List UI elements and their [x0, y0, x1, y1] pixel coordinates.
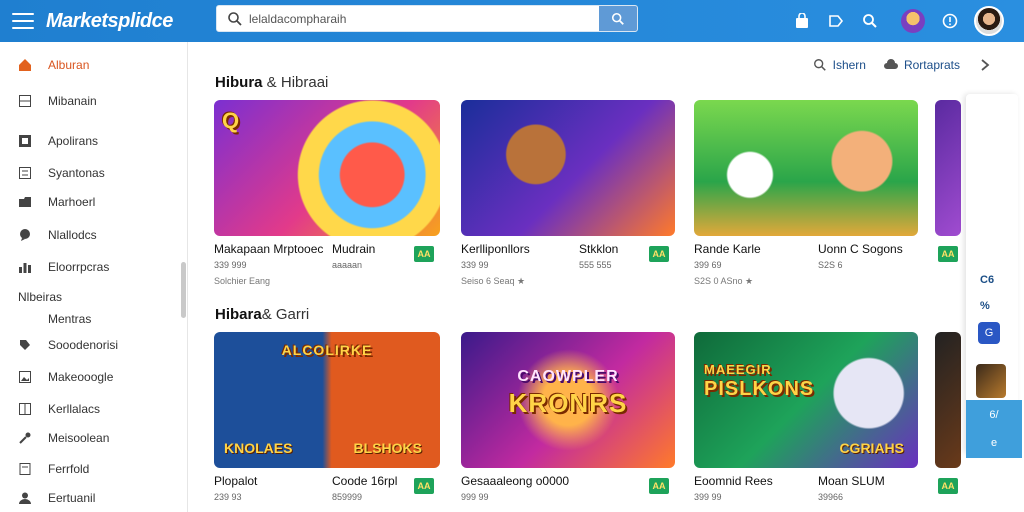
card-info: aaaaan: [332, 260, 363, 270]
app-logo[interactable]: Marketsplidce: [46, 10, 173, 33]
game-thumbnail[interactable]: ALCOLIRKE KNOLAES BLSHOKS: [214, 332, 440, 468]
tag-icon: [18, 338, 32, 352]
content-toolbar: Ishern Rortaprats: [795, 58, 998, 72]
search-button[interactable]: [599, 6, 637, 31]
card-badge[interactable]: AA: [649, 478, 669, 494]
card-price: 999 99: [461, 492, 489, 502]
search-icon: [227, 11, 243, 27]
card-info: S2S 6: [818, 260, 843, 270]
card-subtitle: Mudrain: [332, 242, 376, 256]
game-thumbnail[interactable]: MAEEGIR PISLKONS CGRIAHS: [694, 332, 918, 468]
sidebar-item-5[interactable]: Nlallodcs: [0, 222, 180, 248]
sidebar-item-2[interactable]: Apolirans: [0, 128, 180, 154]
panel-action-button[interactable]: G: [978, 322, 1000, 344]
top-bar: Marketsplidce: [0, 0, 1024, 42]
card-info: 39966: [818, 492, 844, 502]
bag-icon[interactable]: [792, 11, 812, 31]
game-thumbnail[interactable]: [935, 100, 961, 236]
sidebar-item-home[interactable]: Alburan: [0, 52, 180, 78]
game-thumbnail[interactable]: [935, 332, 961, 468]
card-title[interactable]: Rande Karle: [694, 242, 761, 256]
sidebar-item-1[interactable]: Mibanain: [0, 88, 180, 114]
sidebar-item-12[interactable]: Eertuanil: [0, 485, 180, 511]
more-button[interactable]: [978, 58, 998, 72]
section-title-1: Hibura & Hibraai: [215, 74, 329, 91]
card-subtitle: Stkklon: [579, 242, 619, 256]
book-icon: [18, 402, 32, 416]
card-info: 555 555: [579, 260, 612, 270]
card-badge[interactable]: AA: [414, 246, 434, 262]
card-price: 239 93: [214, 492, 242, 502]
sidebar-scrollbar[interactable]: [181, 262, 186, 318]
card-badge[interactable]: AA: [414, 478, 434, 494]
sidebar-item-10[interactable]: Meisoolean: [0, 425, 180, 451]
panel-thumbnail[interactable]: [976, 364, 1006, 398]
card-price: 339 999: [214, 260, 247, 270]
card-badge[interactable]: AA: [938, 246, 958, 262]
card-title[interactable]: Gesaaaleong o0000: [461, 474, 569, 488]
card-title[interactable]: Plopalot: [214, 474, 257, 488]
chat-icon: [18, 228, 32, 242]
card-badge[interactable]: AA: [649, 246, 669, 262]
home-icon: [18, 58, 32, 72]
card-title[interactable]: Eoomnid Rees: [694, 474, 773, 488]
menu-icon[interactable]: [12, 13, 34, 29]
panel-blue-button-1[interactable]: 6/: [966, 400, 1022, 430]
card-subtitle: Uonn C Sogons: [818, 242, 903, 256]
game-thumbnail[interactable]: Q: [214, 100, 440, 236]
game-thumbnail[interactable]: [694, 100, 918, 236]
sidebar-item-11[interactable]: Ferrfold: [0, 456, 180, 482]
cloud-icon: [883, 58, 898, 72]
card-title[interactable]: Kerlliponllors: [461, 242, 530, 256]
search-icon-top[interactable]: [860, 11, 880, 31]
sort-button[interactable]: Rortaprats: [883, 58, 960, 72]
card-info: 859999: [332, 492, 363, 502]
floating-side-panel: C6 % G 6/ e: [966, 94, 1022, 458]
search-input[interactable]: [249, 6, 599, 31]
sidebar: Alburan Mibanain Apolirans Syantonas Mar…: [0, 42, 188, 512]
card-meta: S2S 0 ASno ★: [694, 276, 754, 286]
card-meta: Solchier Eang: [214, 276, 271, 286]
card-price: 399 99: [694, 492, 722, 502]
section-title-2: Hibara& Garri: [215, 306, 310, 323]
sidebar-item-6[interactable]: Eloorrpcras: [0, 254, 180, 280]
chevron-right-icon: [978, 58, 992, 72]
card-title[interactable]: Makapaan Mrptooec: [214, 242, 323, 256]
game-avatar-icon[interactable]: [900, 9, 926, 33]
game-thumbnail[interactable]: [461, 100, 675, 236]
sidebar-item-7[interactable]: Sooodenorisi: [0, 332, 180, 358]
card-badge[interactable]: AA: [938, 478, 958, 494]
card-price: 399 69: [694, 260, 722, 270]
sidebar-item-9[interactable]: Kerllalacs: [0, 396, 180, 422]
image-icon: [18, 370, 32, 384]
search-icon: [813, 58, 827, 72]
sidebar-group-label: Nlbeiras: [18, 290, 63, 304]
sidebar-sub-label[interactable]: Mentras: [48, 312, 91, 326]
apps-icon: [18, 134, 32, 148]
panel-item[interactable]: %: [980, 300, 990, 312]
user-avatar[interactable]: [974, 6, 1004, 36]
game-thumbnail[interactable]: CAOWPLER KRONRS: [461, 332, 675, 468]
card-meta: Seiso 6 Seaq ★: [461, 276, 526, 286]
card-subtitle: Coode 16rpl: [332, 474, 398, 488]
panel-blue-button-2[interactable]: e: [966, 428, 1022, 458]
sidebar-item-8[interactable]: Makeooogle: [0, 364, 180, 390]
tool-icon: [18, 431, 32, 445]
card-price: 339 99: [461, 260, 489, 270]
card-subtitle: Moan SLUM: [818, 474, 885, 488]
top-icons: [778, 0, 1024, 42]
sidebar-item-4[interactable]: Marhoerl: [0, 189, 180, 215]
sidebar-item-3[interactable]: Syantonas: [0, 160, 180, 186]
chart-icon: [18, 260, 32, 274]
search-bar: [216, 5, 638, 32]
filter-button[interactable]: Ishern: [813, 58, 866, 72]
info-icon[interactable]: [940, 11, 960, 31]
panel-item[interactable]: C6: [980, 274, 994, 286]
folder-icon: [18, 195, 32, 209]
share-icon[interactable]: [826, 11, 846, 31]
people-icon: [18, 491, 32, 505]
grid-icon: [18, 94, 32, 108]
list-icon: [18, 166, 32, 180]
doc-icon: [18, 462, 32, 476]
